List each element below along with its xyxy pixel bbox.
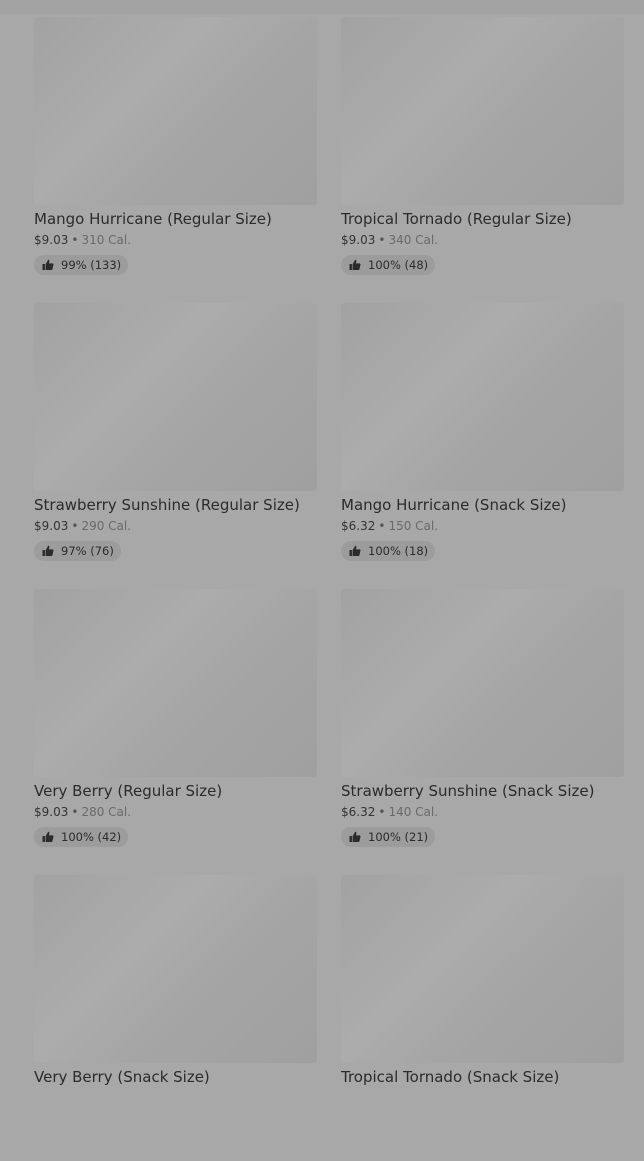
thumbs-up-icon — [349, 831, 361, 843]
item-title: Strawberry Sunshine (Snack Size) — [341, 782, 595, 800]
item-image[interactable] — [341, 17, 624, 205]
rating-badge: 97% (76) — [34, 541, 121, 561]
menu-item-card[interactable]: Mango Hurricane (Snack Size) $6.32 • 150 C… — [341, 303, 624, 589]
item-title: Tropical Tornado (Snack Size) — [341, 1068, 560, 1086]
item-price: $6.32 — [341, 519, 376, 533]
rating-badge: 100% (48) — [341, 255, 436, 275]
item-image[interactable] — [34, 589, 317, 777]
item-image[interactable] — [34, 875, 317, 1063]
menu-item-card[interactable]: Strawberry Sunshine (Regular Size) $9.03… — [34, 303, 317, 589]
item-price: $6.32 — [341, 805, 376, 819]
meta-separator: • — [378, 519, 386, 533]
rating-badge: 100% (18) — [341, 541, 436, 561]
thumbs-up-icon — [349, 545, 361, 557]
meta-separator: • — [71, 519, 79, 533]
top-strip — [0, 0, 644, 14]
item-meta: $6.32 • 140 Cal. — [341, 805, 624, 819]
item-calories: 290 Cal. — [81, 519, 132, 533]
item-price: $9.03 — [34, 519, 69, 533]
item-meta: $6.32 • 150 Cal. — [341, 519, 624, 533]
item-image[interactable] — [34, 17, 317, 205]
item-image[interactable] — [341, 875, 624, 1063]
item-calories: 140 Cal. — [388, 805, 439, 819]
item-title: Tropical Tornado (Regular Size) — [341, 210, 572, 228]
item-calories: 150 Cal. — [388, 519, 439, 533]
thumbs-up-icon — [42, 831, 54, 843]
rating-text: 100% (48) — [368, 258, 429, 272]
item-meta: $9.03 • 290 Cal. — [34, 519, 317, 533]
item-meta: $9.03 • 280 Cal. — [34, 805, 317, 819]
item-meta: $9.03 • 340 Cal. — [341, 233, 624, 247]
rating-text: 100% (18) — [368, 544, 429, 558]
menu-item-card[interactable]: Mango Hurricane (Regular Size) $9.03 • 310… — [34, 17, 317, 303]
item-price: $9.03 — [34, 233, 69, 247]
rating-text: 99% (133) — [61, 258, 122, 272]
meta-separator: • — [378, 233, 386, 247]
menu-item-grid: Mango Hurricane (Regular Size) $9.03 • 310… — [34, 17, 624, 1161]
item-title: Mango Hurricane (Snack Size) — [341, 496, 567, 514]
item-title: Strawberry Sunshine (Regular Size) — [34, 496, 300, 514]
item-image[interactable] — [341, 303, 624, 491]
item-title: Very Berry (Regular Size) — [34, 782, 223, 800]
rating-badge: 99% (133) — [34, 255, 129, 275]
menu-item-card[interactable]: Very Berry (Snack Size) — [34, 875, 317, 1161]
item-price: $9.03 — [341, 233, 376, 247]
thumbs-up-icon — [42, 545, 54, 557]
meta-separator: • — [378, 805, 386, 819]
menu-item-card[interactable]: Tropical Tornado (Snack Size) — [341, 875, 624, 1161]
menu-item-card[interactable]: Very Berry (Regular Size) $9.03 • 280 Cal.… — [34, 589, 317, 875]
meta-separator: • — [71, 233, 79, 247]
item-price: $9.03 — [34, 805, 69, 819]
rating-text: 97% (76) — [61, 544, 114, 558]
rating-badge: 100% (21) — [341, 827, 436, 847]
item-meta: $9.03 • 310 Cal. — [34, 233, 317, 247]
thumbs-up-icon — [349, 259, 361, 271]
item-calories: 310 Cal. — [81, 233, 132, 247]
item-calories: 340 Cal. — [388, 233, 439, 247]
item-image[interactable] — [34, 303, 317, 491]
menu-item-card[interactable]: Tropical Tornado (Regular Size) $9.03 • 34… — [341, 17, 624, 303]
rating-text: 100% (42) — [61, 830, 122, 844]
thumbs-up-icon — [42, 259, 54, 271]
item-title: Very Berry (Snack Size) — [34, 1068, 210, 1086]
menu-item-card[interactable]: Strawberry Sunshine (Snack Size) $6.32 • 1… — [341, 589, 624, 875]
item-calories: 280 Cal. — [81, 805, 132, 819]
item-image[interactable] — [341, 589, 624, 777]
rating-text: 100% (21) — [368, 830, 429, 844]
item-title: Mango Hurricane (Regular Size) — [34, 210, 272, 228]
rating-badge: 100% (42) — [34, 827, 129, 847]
meta-separator: • — [71, 805, 79, 819]
